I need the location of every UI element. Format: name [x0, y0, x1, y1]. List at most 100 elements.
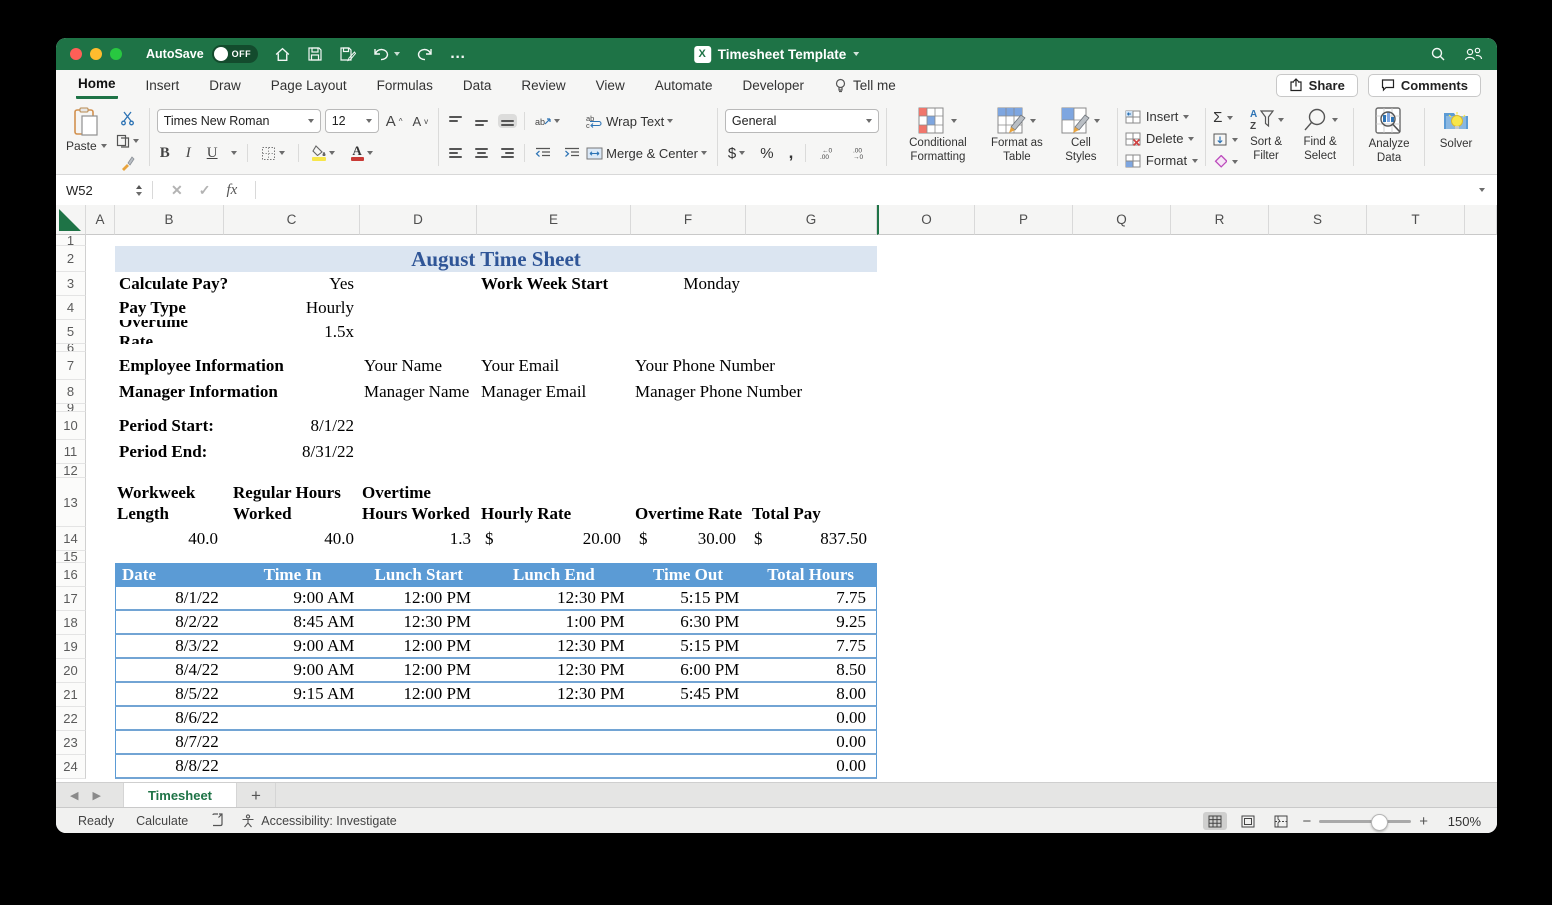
sort-filter-chevron[interactable] [1277, 118, 1284, 122]
row-header-19[interactable]: 19 [56, 635, 86, 659]
row-header-6[interactable]: 6 [56, 344, 86, 352]
next-sheet-arrow[interactable]: ▶ [92, 789, 100, 802]
cell-styles-chevron[interactable] [1094, 118, 1101, 123]
column-header-F[interactable]: F [631, 205, 746, 235]
autosum-chevron[interactable] [1227, 115, 1234, 120]
work-week-start-value-cell[interactable]: Monday [631, 272, 746, 296]
copy-button[interactable] [113, 132, 142, 150]
summary-header-workweek[interactable]: Workweek Length [115, 478, 224, 527]
copy-dropdown-chevron[interactable] [132, 139, 139, 143]
cell-date[interactable]: 8/4/22 [116, 659, 225, 681]
undo-icon[interactable] [372, 46, 400, 62]
format-cells-button[interactable]: Format [1125, 151, 1199, 170]
row-header-17[interactable]: 17 [56, 587, 86, 611]
align-bottom-button[interactable] [498, 114, 518, 128]
cell-date[interactable]: 8/6/22 [116, 707, 225, 729]
cell-time-in[interactable] [225, 707, 361, 729]
cancel-entry-icon[interactable]: ✕ [171, 182, 183, 199]
pay-type-value-cell[interactable]: Hourly [224, 296, 360, 320]
cell-lunch-end[interactable]: 1:00 PM [477, 611, 631, 633]
overtime-rate-value-cell[interactable]: 1.5x [224, 320, 360, 344]
zoom-slider-thumb[interactable] [1371, 813, 1389, 831]
header-date[interactable]: Date [116, 564, 225, 586]
calculate-pay-value-cell[interactable]: Yes [224, 272, 360, 296]
zoom-percentage[interactable]: 150% [1437, 814, 1481, 829]
manager-email-cell[interactable]: Manager Email [477, 380, 631, 404]
font-color-chevron[interactable] [366, 151, 373, 155]
cell-date[interactable]: 8/3/22 [116, 635, 225, 657]
pay-type-label-cell[interactable]: Pay Type [115, 296, 224, 320]
sort-filter-button[interactable]: AZ Sort & Filter [1244, 107, 1288, 174]
manager-info-label-cell[interactable]: Manager Information [115, 380, 360, 404]
cell-lunch-end[interactable]: 12:30 PM [477, 635, 631, 657]
row-header-10[interactable]: 10 [56, 412, 86, 440]
decrease-indent-button[interactable] [532, 145, 554, 161]
number-format-combo[interactable]: General [724, 109, 879, 133]
header-time-out[interactable]: Time Out [631, 564, 746, 586]
currency-format-button[interactable]: $ [725, 143, 748, 164]
currency-chevron[interactable] [739, 151, 746, 155]
period-end-value-cell[interactable]: 8/31/22 [224, 440, 360, 464]
orientation-button[interactable]: ab [532, 112, 563, 130]
document-title[interactable]: Timesheet Template [718, 47, 847, 62]
row-header-18[interactable]: 18 [56, 611, 86, 635]
cell-total-hours[interactable]: 8.00 [745, 683, 876, 705]
delete-chevron[interactable] [1188, 136, 1195, 141]
cell-lunch-start[interactable]: 12:00 PM [360, 683, 477, 705]
cell-total-hours[interactable]: 8.50 [745, 659, 876, 681]
confirm-entry-icon[interactable]: ✓ [199, 182, 211, 199]
percent-format-button[interactable]: % [757, 143, 776, 164]
cell-lunch-end[interactable] [477, 731, 631, 753]
insert-function-icon[interactable]: fx [226, 182, 237, 199]
cut-button[interactable] [113, 109, 142, 128]
summary-header-overtime-hours[interactable]: Overtime Hours Worked [360, 478, 477, 527]
row-header-2[interactable]: 2 [56, 246, 86, 272]
tab-view[interactable]: View [594, 73, 627, 98]
period-start-label-cell[interactable]: Period Start: [115, 412, 224, 440]
cell-time-in[interactable] [225, 731, 361, 753]
cell-total-hours[interactable]: 7.75 [745, 587, 876, 609]
row-header-24[interactable]: 24 [56, 755, 86, 779]
underline-button[interactable]: U [204, 143, 221, 164]
merge-center-chevron[interactable] [700, 151, 707, 155]
analyze-data-button[interactable]: Analyze Data [1365, 107, 1413, 165]
column-header-P[interactable]: P [975, 205, 1073, 235]
column-header-G[interactable]: G [746, 205, 877, 235]
save-as-icon[interactable] [339, 46, 356, 62]
column-header-T[interactable]: T [1367, 205, 1465, 235]
paste-button[interactable]: Paste [66, 107, 107, 153]
cell-lunch-start[interactable] [360, 707, 477, 729]
italic-button[interactable]: I [183, 143, 194, 164]
employee-email-cell[interactable]: Your Email [477, 352, 631, 380]
name-box-stepper[interactable] [136, 184, 142, 196]
increase-decimal-button[interactable]: ←0.00 [815, 144, 839, 162]
formula-input[interactable] [266, 175, 1479, 205]
save-icon[interactable] [307, 46, 323, 62]
fill-color-chevron[interactable] [328, 151, 335, 155]
header-total-hours[interactable]: Total Hours [745, 564, 876, 586]
row-header-15[interactable]: 15 [56, 551, 86, 563]
merge-center-button[interactable]: Merge & Center [583, 144, 710, 163]
solver-button[interactable]: Solver [1436, 107, 1476, 152]
wrap-text-button[interactable]: ab c Wrap Text [583, 112, 676, 131]
cell-time-in[interactable]: 9:00 AM [225, 659, 361, 681]
tab-developer[interactable]: Developer [741, 73, 807, 98]
insert-chevron[interactable] [1183, 114, 1190, 119]
hourly-rate-cell[interactable]: $ 20.00 [477, 527, 631, 551]
cell-total-hours[interactable]: 0.00 [745, 755, 876, 777]
period-end-label-cell[interactable]: Period End: [115, 440, 224, 464]
add-sheet-button[interactable]: + [237, 783, 276, 808]
row-header-14[interactable]: 14 [56, 527, 86, 551]
summary-header-regular[interactable]: Regular Hours Worked [224, 478, 360, 527]
row-header-12[interactable]: 12 [56, 464, 86, 478]
cell-time-in[interactable]: 9:15 AM [225, 683, 361, 705]
cell-lunch-end[interactable]: 12:30 PM [477, 659, 631, 681]
align-left-button[interactable] [446, 146, 465, 160]
column-header-B[interactable]: B [115, 205, 224, 235]
align-center-button[interactable] [472, 146, 491, 160]
zoom-in-button[interactable]: + [1419, 813, 1428, 830]
insert-cells-button[interactable]: Insert [1125, 107, 1198, 126]
cell-time-out[interactable]: 6:30 PM [631, 611, 746, 633]
period-start-value-cell[interactable]: 8/1/22 [224, 412, 360, 440]
employee-info-label-cell[interactable]: Employee Information [115, 352, 360, 380]
